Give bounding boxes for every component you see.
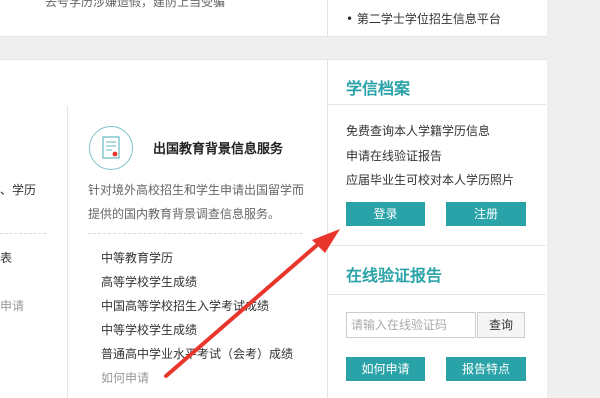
service-list-item[interactable]: 中国高等学校招生入学考试成绩 bbox=[101, 297, 269, 314]
service-list-item[interactable]: 中等学校学生成绩 bbox=[101, 321, 197, 338]
login-button[interactable]: 登录 bbox=[346, 202, 425, 226]
verify-title-divider bbox=[328, 294, 546, 295]
register-button[interactable]: 注册 bbox=[446, 202, 526, 226]
left-column-text-fragment: 、学历 bbox=[0, 183, 37, 197]
top-panel-left: 去号学历涉嫌造假，建防上当受骗 bbox=[0, 0, 327, 37]
archive-link-verify-photo[interactable]: 应届毕业生可校对本人学历照片 bbox=[346, 171, 514, 188]
second-degree-link[interactable]: • 第二学士学位招生信息平台 bbox=[346, 10, 501, 27]
verify-code-input[interactable] bbox=[346, 312, 476, 338]
left-column-item-fragment[interactable]: 表 bbox=[0, 249, 12, 266]
service-list-item[interactable]: 高等学校学生成绩 bbox=[101, 273, 197, 290]
report-features-button[interactable]: 报告特点 bbox=[446, 357, 526, 381]
archive-link-query-records[interactable]: 免费查询本人学籍学历信息 bbox=[346, 122, 490, 139]
archive-title-divider bbox=[328, 104, 546, 105]
left-column-apply-fragment[interactable]: 申请 bbox=[0, 297, 24, 314]
service-title[interactable]: 出国教育背景信息服务 bbox=[153, 138, 283, 157]
service-list-item[interactable]: 中等教育学历 bbox=[101, 249, 173, 266]
archive-link-apply-report[interactable]: 申请在线验证报告 bbox=[346, 147, 442, 164]
archive-title[interactable]: 学信档案 bbox=[346, 75, 410, 99]
verify-report-title[interactable]: 在线验证报告 bbox=[346, 262, 442, 286]
sidebar-panel bbox=[327, 59, 547, 398]
sidebar-section-divider bbox=[328, 245, 546, 246]
how-to-apply-button[interactable]: 如何申请 bbox=[346, 357, 425, 381]
query-button[interactable]: 查询 bbox=[477, 312, 525, 338]
certificate-icon bbox=[89, 126, 133, 170]
service-how-to-apply-link[interactable]: 如何申请 bbox=[101, 369, 149, 386]
top-notice-text: 去号学历涉嫌造假，建防上当受骗 bbox=[45, 0, 226, 9]
top-panel-right: • 第二学士学位招生信息平台 bbox=[327, 0, 547, 37]
left-dashed-divider bbox=[0, 233, 46, 234]
service-list-item[interactable]: 普通高中学业水平考试（会考）成绩 bbox=[101, 345, 293, 362]
service-description-line2: 提供的国内教育背景调查信息服务。 bbox=[88, 207, 281, 221]
service-dashed-divider bbox=[88, 233, 302, 234]
column-divider bbox=[67, 106, 68, 398]
service-description-line1: 针对境外高校招生和学生申请出国留学而 bbox=[88, 183, 305, 197]
